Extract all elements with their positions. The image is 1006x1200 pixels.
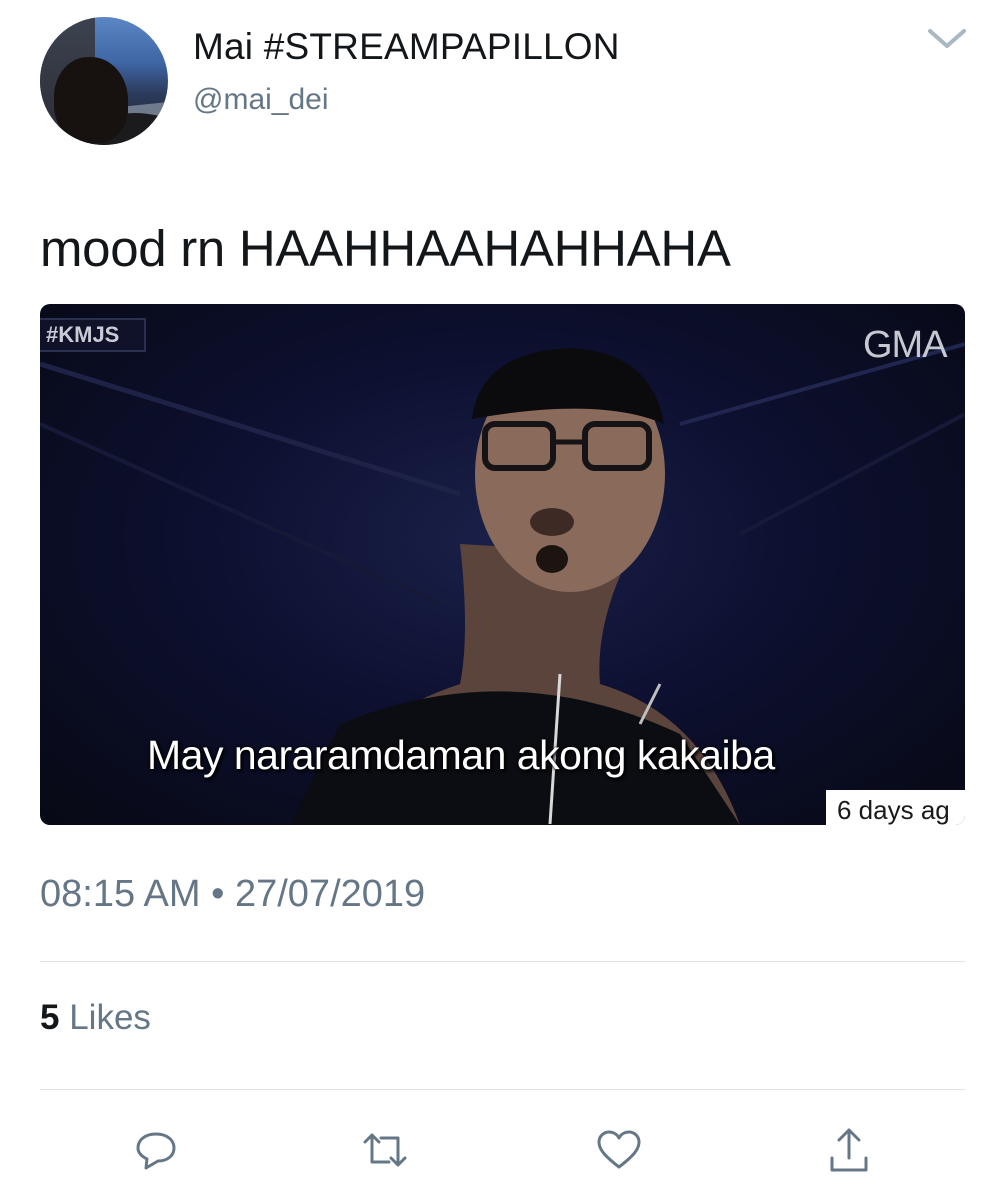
like-button[interactable] <box>594 1125 644 1175</box>
tweet-timestamp[interactable]: 08:15 AM • 27/07/2019 <box>40 873 425 916</box>
user-handle[interactable]: @mai_dei <box>193 83 329 117</box>
video-caption: May nararamdaman akong kakaiba <box>147 732 775 778</box>
likes-count: 5 <box>40 998 60 1037</box>
divider <box>40 1089 965 1090</box>
channel-logo: GMA <box>863 324 948 366</box>
tweet-media[interactable]: #KMJS GMA May nararamdaman akong kakaiba… <box>40 304 965 825</box>
reply-icon <box>136 1132 176 1170</box>
age-label: 6 days ag <box>837 795 950 825</box>
like-heart-icon <box>597 1130 641 1169</box>
display-name[interactable]: Mai #STREAMPAPILLON <box>193 26 620 68</box>
retweet-button[interactable] <box>360 1125 410 1175</box>
share-icon <box>830 1128 868 1172</box>
reply-button[interactable] <box>131 1125 181 1175</box>
retweet-icon <box>363 1133 407 1167</box>
tweet-text: mood rn HAAHHAAHAHHAHA <box>40 220 731 277</box>
divider <box>40 961 965 962</box>
chevron-down-icon[interactable] <box>926 26 968 52</box>
avatar-head <box>54 57 128 143</box>
likes-label: Likes <box>69 998 151 1037</box>
show-hashtag-badge: #KMJS <box>40 318 146 352</box>
likes-stat[interactable]: 5 Likes <box>40 998 151 1038</box>
avatar[interactable] <box>40 17 168 145</box>
share-button[interactable] <box>824 1125 874 1175</box>
